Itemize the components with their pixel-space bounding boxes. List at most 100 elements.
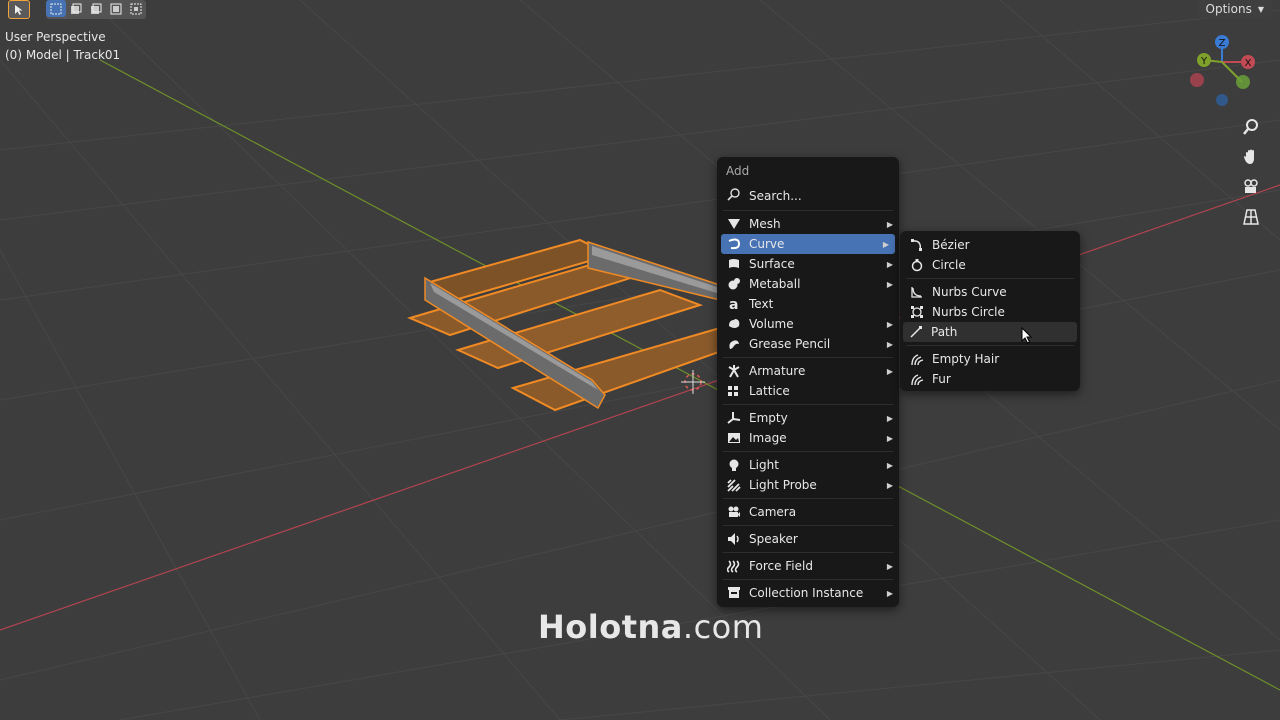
watermark-brand: Holotna [538, 608, 683, 646]
path-icon [909, 325, 923, 339]
select-tool-button[interactable] [8, 0, 30, 19]
add-menu-item-curve[interactable]: Curve ▶ [721, 234, 895, 254]
text-icon: a [727, 297, 741, 311]
curve-submenu-item-label: Nurbs Curve [932, 285, 1007, 299]
gizmo-z-label: Z [1219, 38, 1226, 49]
track-model[interactable] [407, 238, 732, 412]
curve-submenu-item-nurbs-circle[interactable]: Nurbs Circle [900, 302, 1080, 322]
add-menu-item-lattice[interactable]: Lattice [717, 381, 899, 401]
add-menu-item-metaball[interactable]: Metaball ▶ [717, 274, 899, 294]
add-menu-item-label: Speaker [749, 532, 798, 546]
add-menu-item-empty[interactable]: Empty ▶ [717, 408, 899, 428]
add-menu-item-collection-instance[interactable]: Collection Instance ▶ [717, 583, 899, 603]
search-placeholder: Search... [749, 189, 802, 203]
submenu-arrow-icon: ▶ [886, 259, 893, 269]
collection-instance-icon [727, 586, 741, 600]
add-menu-item-light[interactable]: Light ▶ [717, 455, 899, 475]
orthographic-toggle-button[interactable] [1238, 204, 1264, 230]
add-menu-item-speaker[interactable]: Speaker [717, 529, 899, 549]
magnifier-icon [1243, 119, 1258, 135]
select-subtract-button[interactable] [86, 0, 106, 17]
curve-submenu-item-empty-hair[interactable]: Empty Hair [900, 349, 1080, 369]
hand-icon [1244, 149, 1254, 164]
add-menu-item-grease-pencil[interactable]: Grease Pencil ▶ [717, 334, 899, 354]
add-menu-item-surface[interactable]: Surface ▶ [717, 254, 899, 274]
zoom-button[interactable] [1238, 114, 1264, 140]
add-menu-item-volume[interactable]: Volume ▶ [717, 314, 899, 334]
submenu-arrow-icon: ▶ [886, 413, 893, 423]
add-menu-item-label: Text [749, 297, 774, 311]
select-new-button[interactable] [46, 0, 66, 17]
add-menu-item-label: Light [749, 458, 779, 472]
speaker-icon [727, 532, 741, 546]
surface-icon [727, 257, 741, 271]
curve-submenu-item-path[interactable]: Path [903, 322, 1077, 342]
watermark-tld: .com [682, 608, 764, 646]
add-menu-item-text[interactable]: a Text [717, 294, 899, 314]
add-menu-item-camera[interactable]: Camera [717, 502, 899, 522]
submenu-arrow-icon: ▶ [886, 366, 893, 376]
add-menu-item-label: Armature [749, 364, 806, 378]
curve-submenu: Bézier Circle Nurbs Curve Nurbs Circle Path E… [900, 231, 1080, 391]
add-menu-item-label: Image [749, 431, 787, 445]
menu-separator [906, 278, 1074, 279]
curve-submenu-item-b-zier[interactable]: Bézier [900, 235, 1080, 255]
force-field-icon [727, 559, 741, 573]
menu-separator [723, 357, 893, 358]
submenu-arrow-icon: ▶ [882, 239, 889, 249]
add-menu-item-light-probe[interactable]: Light Probe ▶ [717, 475, 899, 495]
curve-submenu-item-label: Empty Hair [932, 352, 1000, 366]
gizmo-x-label: X [1245, 58, 1252, 69]
select-invert-icon [110, 3, 122, 14]
select-subtract-icon [91, 3, 102, 14]
curve-submenu-item-label: Circle [932, 258, 966, 272]
search-icon [727, 188, 741, 204]
watermark: Holotna.com [538, 608, 763, 646]
active-object-label: (0) Model | Track01 [5, 48, 121, 62]
add-menu-item-armature[interactable]: Armature ▶ [717, 361, 899, 381]
submenu-arrow-icon: ▶ [886, 319, 893, 329]
submenu-arrow-icon: ▶ [886, 339, 893, 349]
perspective-label: User Perspective [5, 30, 106, 44]
camera-icon [727, 505, 741, 519]
add-menu-item-label: Surface [749, 257, 795, 271]
selection-mode-group [46, 0, 146, 19]
add-menu-search[interactable]: Search... [717, 185, 899, 207]
submenu-arrow-icon: ▶ [886, 460, 893, 470]
curve-icon [727, 237, 741, 251]
curve-submenu-item-circle[interactable]: Circle [900, 255, 1080, 275]
empty-icon [727, 411, 741, 425]
select-invert-button[interactable] [106, 0, 126, 17]
add-menu-item-force-field[interactable]: Force Field ▶ [717, 556, 899, 576]
volume-icon [727, 317, 741, 331]
header-toolbar [8, 0, 146, 19]
menu-separator [723, 525, 893, 526]
curve-submenu-item-nurbs-curve[interactable]: Nurbs Curve [900, 282, 1080, 302]
3d-cursor-icon[interactable] [681, 370, 705, 394]
menu-separator [723, 579, 893, 580]
grid-perspective-icon [1243, 209, 1259, 225]
svg-text:a: a [729, 297, 738, 311]
camera-view-button[interactable] [1238, 174, 1264, 200]
menu-separator [723, 451, 893, 452]
submenu-arrow-icon: ▶ [886, 433, 893, 443]
light-probe-icon [727, 478, 741, 492]
select-extend-button[interactable] [66, 0, 86, 17]
x-axis-line [0, 184, 1280, 631]
add-menu-item-label: Camera [749, 505, 797, 519]
add-menu-item-label: Empty [749, 411, 788, 425]
add-menu-item-mesh[interactable]: Mesh ▶ [717, 214, 899, 234]
pan-button[interactable] [1238, 144, 1264, 170]
add-menu-item-label: Volume [749, 317, 794, 331]
select-intersect-button[interactable] [126, 0, 146, 17]
options-label: Options [1205, 2, 1252, 16]
curve-submenu-item-fur[interactable]: Fur [900, 369, 1080, 389]
options-dropdown[interactable]: Options ▼ [1197, 0, 1272, 18]
add-menu-item-image[interactable]: Image ▶ [717, 428, 899, 448]
mouse-cursor-icon [1021, 327, 1033, 344]
add-menu-item-label: Grease Pencil [749, 337, 831, 351]
add-menu-item-label: Lattice [749, 384, 790, 398]
select-extend-icon [71, 3, 82, 14]
y-axis-line [99, 59, 1280, 691]
menu-separator [906, 345, 1074, 346]
